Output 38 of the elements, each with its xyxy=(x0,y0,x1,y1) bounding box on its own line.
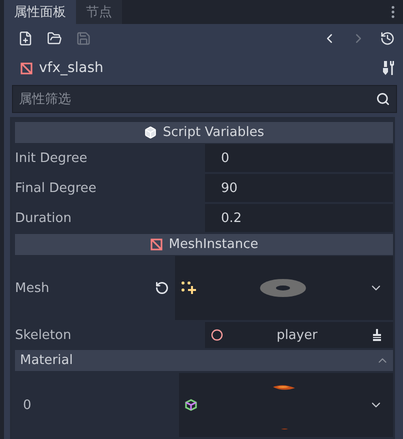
resource-field[interactable] xyxy=(175,256,393,320)
section-title: MeshInstance xyxy=(168,237,258,252)
folder-icon[interactable] xyxy=(47,31,62,46)
clear-icon[interactable] xyxy=(371,329,383,341)
mesh-preview xyxy=(260,279,306,297)
mesh-node-icon xyxy=(20,62,33,74)
group-header[interactable]: Material xyxy=(15,350,393,371)
property-label: 0 xyxy=(22,398,32,412)
circle-icon xyxy=(211,329,223,341)
property-label: Init Degree xyxy=(15,150,88,168)
material-preview xyxy=(273,385,295,430)
revert-icon[interactable] xyxy=(155,281,169,295)
object-name: vfx_slash xyxy=(39,60,104,76)
new-mesh-icon[interactable] xyxy=(181,281,197,295)
tools-icon[interactable] xyxy=(383,61,395,75)
group-title: Material xyxy=(20,353,73,368)
property-label: Duration xyxy=(15,210,72,228)
material-icon xyxy=(185,399,197,411)
search-icon xyxy=(376,92,390,106)
history-icon[interactable] xyxy=(380,31,395,46)
mesh-node-icon xyxy=(150,238,163,251)
filter-field[interactable]: 属性筛选 xyxy=(12,85,397,113)
tab[interactable]: 节点 xyxy=(76,0,122,24)
property-value: player xyxy=(276,328,318,342)
property-field[interactable]: 0.2 xyxy=(205,204,393,232)
section-header[interactable]: Script Variables xyxy=(15,122,393,143)
node-path-field[interactable]: player xyxy=(205,322,393,348)
tab[interactable]: 属性面板 xyxy=(4,0,76,24)
property-field[interactable]: 90 xyxy=(205,174,393,202)
resource-field[interactable] xyxy=(179,373,393,437)
property-field[interactable]: 0 xyxy=(205,144,393,172)
property-label: Final Degree xyxy=(15,180,98,198)
section-header[interactable]: MeshInstance xyxy=(15,234,393,255)
new-file-icon[interactable] xyxy=(18,31,33,46)
property-label: Mesh xyxy=(15,280,50,296)
cube-icon xyxy=(144,126,157,139)
property-label: Skeleton xyxy=(15,326,72,344)
section-title: Script Variables xyxy=(162,125,264,140)
